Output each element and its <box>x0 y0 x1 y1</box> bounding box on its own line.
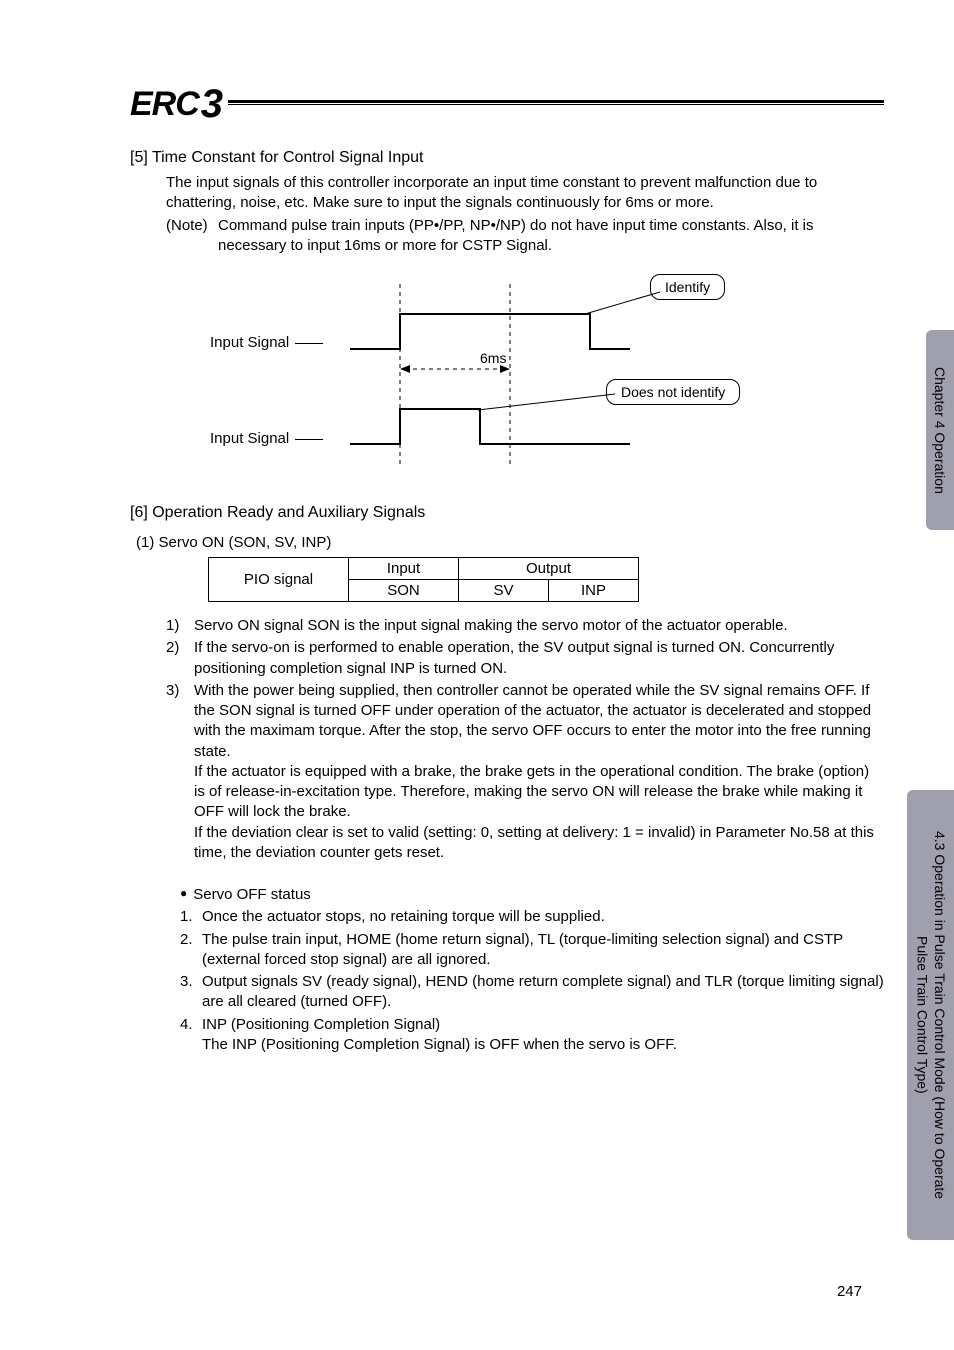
list-body-line: INP (Positioning Completion Signal) <box>202 1015 884 1035</box>
cell-input: Input <box>349 558 459 580</box>
note-label: (Note) <box>166 216 218 257</box>
list-body: If the servo-on is performed to enable o… <box>194 638 884 679</box>
table-row: PIO signal Input Output <box>209 558 639 580</box>
servo-off-block: Servo OFF status 1. Once the actuator st… <box>180 885 884 1055</box>
page: ERC3 [5] Time Constant for Control Signa… <box>0 0 954 1350</box>
cell-output: Output <box>459 558 639 580</box>
logo-text: ERC <box>130 85 199 124</box>
cell-pio-signal: PIO signal <box>209 558 349 602</box>
input-signal-label-top: Input Signal <box>210 334 323 351</box>
list-item: 3. Output signals SV (ready signal), HEN… <box>180 972 884 1013</box>
diagram-svg <box>330 274 750 474</box>
list-number: 1. <box>180 907 202 927</box>
side-tab-chapter: Chapter 4 Operation <box>926 330 954 530</box>
cell-inp: INP <box>549 580 639 602</box>
list-number: 2) <box>166 638 194 679</box>
list-body: Servo ON signal SON is the input signal … <box>194 616 884 636</box>
logo: ERC3 <box>130 80 222 125</box>
pio-signal-table: PIO signal Input Output SON SV INP <box>208 557 639 602</box>
logo-numeral: 3 <box>201 82 222 127</box>
servo-on-list: 1) Servo ON signal SON is the input sign… <box>166 616 884 863</box>
page-number: 247 <box>837 1283 862 1300</box>
header-rule <box>228 100 884 105</box>
cell-son: SON <box>349 580 459 602</box>
section-5-heading: [5] Time Constant for Control Signal Inp… <box>130 149 884 167</box>
section-6-sub1: (1) Servo ON (SON, SV, INP) <box>136 534 884 551</box>
list-body: The pulse train input, HOME (home return… <box>202 930 884 971</box>
header: ERC3 <box>130 80 884 125</box>
list-body-line: If the deviation clear is set to valid (… <box>194 823 884 864</box>
list-body: With the power being supplied, then cont… <box>194 681 884 863</box>
list-item: 4. INP (Positioning Completion Signal) T… <box>180 1015 884 1056</box>
list-item: 2) If the servo-on is performed to enabl… <box>166 638 884 679</box>
servo-off-list: 1. Once the actuator stops, no retaining… <box>180 907 884 1055</box>
list-body-line: If the actuator is equipped with a brake… <box>194 762 884 823</box>
list-item: 1. Once the actuator stops, no retaining… <box>180 907 884 927</box>
note-body: Command pulse train inputs (PP•/PP, NP•/… <box>218 216 884 257</box>
section-6-heading: [6] Operation Ready and Auxiliary Signal… <box>130 504 884 522</box>
list-number: 3) <box>166 681 194 863</box>
list-body: INP (Positioning Completion Signal) The … <box>202 1015 884 1056</box>
list-number: 1) <box>166 616 194 636</box>
list-body-line: The INP (Positioning Completion Signal) … <box>202 1035 884 1055</box>
list-number: 4. <box>180 1015 202 1056</box>
side-tab-section: 4.3 Operation in Pulse Train Control Mod… <box>907 790 954 1240</box>
servo-off-heading: Servo OFF status <box>180 885 884 905</box>
section-5-note: (Note) Command pulse train inputs (PP•/P… <box>166 216 884 257</box>
list-number: 3. <box>180 972 202 1013</box>
list-body-line: With the power being supplied, then cont… <box>194 681 884 762</box>
cell-sv: SV <box>459 580 549 602</box>
list-item: 3) With the power being supplied, then c… <box>166 681 884 863</box>
list-item: 1) Servo ON signal SON is the input sign… <box>166 616 884 636</box>
timing-diagram: Input Signal Input Signal 6ms Identify D… <box>210 274 770 474</box>
section-5-paragraph: The input signals of this controller inc… <box>166 173 884 214</box>
list-body: Once the actuator stops, no retaining to… <box>202 907 884 927</box>
list-body: Output signals SV (ready signal), HEND (… <box>202 972 884 1013</box>
list-item: 2. The pulse train input, HOME (home ret… <box>180 930 884 971</box>
list-number: 2. <box>180 930 202 971</box>
input-signal-label-bottom: Input Signal <box>210 430 323 447</box>
